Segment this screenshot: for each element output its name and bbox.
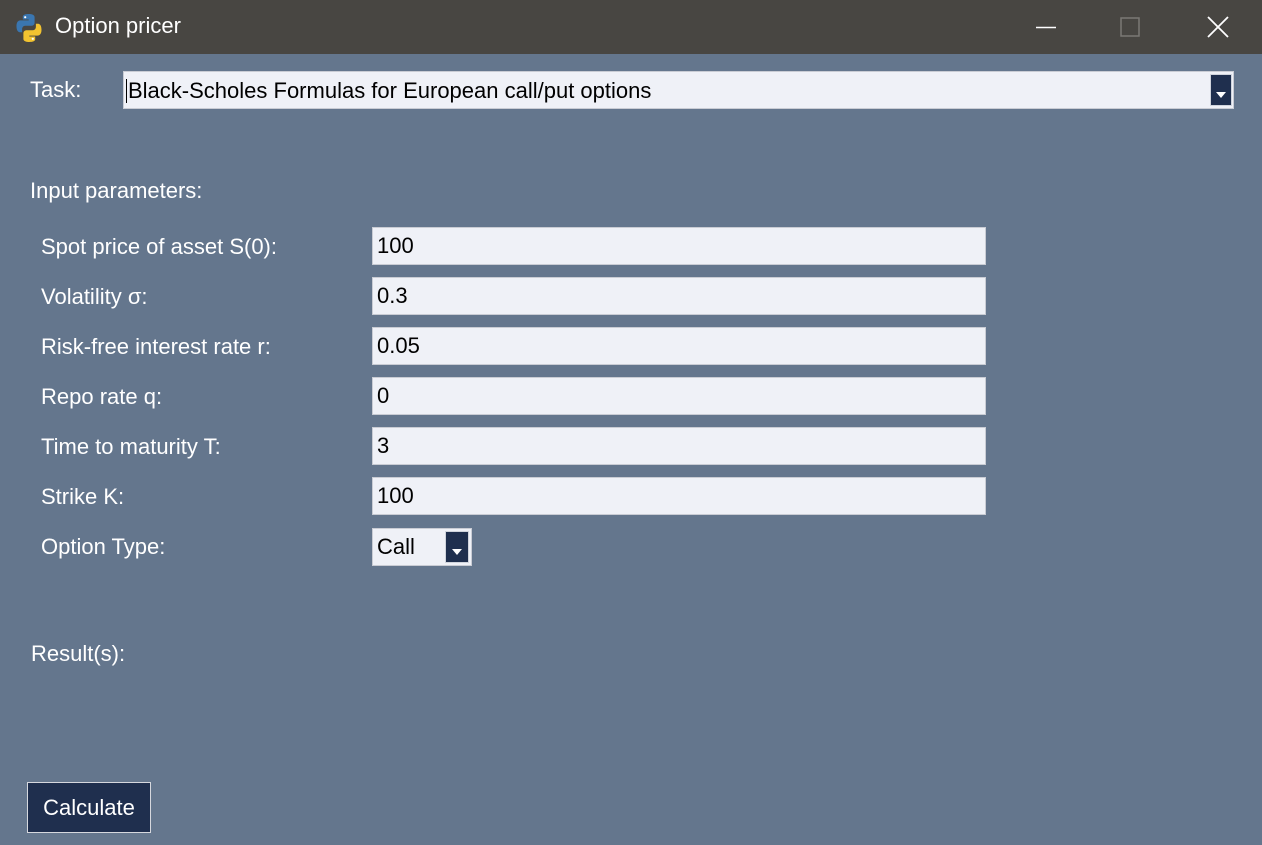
task-selected-value: Black-Scholes Formulas for European call… (125, 72, 651, 110)
minimize-button[interactable] (1004, 0, 1088, 54)
option-type-label: Option Type: (41, 534, 166, 559)
chevron-down-icon (1216, 92, 1226, 98)
volatility-field[interactable]: 0.3 (372, 277, 986, 315)
spot-price-field[interactable]: 100 (372, 227, 986, 265)
option-type-selected-value: Call (377, 534, 415, 559)
strike-label: Strike K: (41, 484, 125, 509)
risk-free-rate-field[interactable]: 0.05 (372, 327, 986, 365)
strike-field[interactable]: 100 (372, 477, 986, 515)
repo-rate-label: Repo rate q: (41, 384, 163, 409)
repo-rate-field[interactable]: 0 (372, 377, 986, 415)
title-bar[interactable]: Option pricer (0, 0, 1262, 54)
input-parameters-heading: Input parameters: (30, 178, 203, 203)
task-label: Task: (30, 77, 82, 102)
task-dropdown-button[interactable] (1210, 74, 1232, 106)
close-icon (1207, 16, 1229, 38)
window-title: Option pricer (55, 13, 181, 38)
task-select[interactable]: Black-Scholes Formulas for European call… (123, 71, 1234, 109)
time-to-maturity-label: Time to maturity T: (41, 434, 221, 459)
option-type-dropdown-button[interactable] (445, 531, 469, 563)
python-icon (16, 14, 42, 42)
time-to-maturity-field[interactable]: 3 (372, 427, 986, 465)
risk-free-rate-label: Risk-free interest rate r: (41, 334, 271, 359)
close-button[interactable] (1176, 0, 1260, 54)
calculate-button[interactable]: Calculate (27, 782, 151, 833)
chevron-down-icon (452, 549, 462, 555)
volatility-label: Volatility σ: (41, 284, 148, 309)
maximize-icon (1120, 17, 1140, 37)
option-type-select[interactable]: Call (372, 528, 472, 566)
maximize-button[interactable] (1088, 0, 1172, 54)
minimize-icon (1036, 26, 1056, 29)
spot-price-label: Spot price of asset S(0): (41, 234, 277, 259)
results-heading: Result(s): (31, 641, 126, 666)
